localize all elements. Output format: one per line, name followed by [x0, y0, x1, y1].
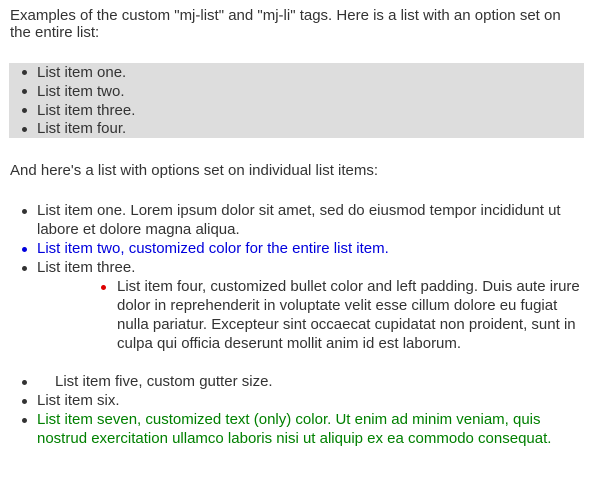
bullet-icon: [22, 418, 27, 423]
bullet-icon: [22, 89, 27, 94]
bullet-icon: [22, 380, 27, 385]
list-item-colored: List item two, customized color for the …: [37, 240, 389, 257]
bullet-icon: [22, 70, 27, 75]
list-item: List item four.: [37, 120, 127, 137]
list-item: List item three.: [37, 102, 136, 119]
list-item: List item two.: [37, 83, 125, 100]
intro-text: Examples of the custom "mj-list" and "mj…: [10, 7, 561, 41]
bullet-icon: [22, 108, 27, 113]
list-item: List item three.: [37, 259, 136, 276]
bullet-icon: [101, 285, 106, 290]
list-item-text-color: List item seven, customized text (only) …: [37, 411, 552, 447]
list-item-gutter: List item five, custom gutter size.: [55, 373, 273, 390]
list-item: List item one.: [37, 64, 127, 81]
bullet-icon: [22, 247, 27, 252]
bullet-icon: [22, 399, 27, 404]
list-item: List item six.: [37, 392, 120, 409]
list-item-padded: List item four, customized bullet color …: [117, 278, 580, 352]
bullet-icon: [22, 127, 27, 132]
bullet-icon: [22, 266, 27, 271]
list-item: List item one. Lorem ipsum dolor sit ame…: [37, 202, 561, 238]
bullet-icon: [22, 209, 27, 214]
list-whole-options: List item one. List item two. List item …: [9, 63, 584, 138]
section-text: And here's a list with options set on in…: [10, 162, 379, 179]
